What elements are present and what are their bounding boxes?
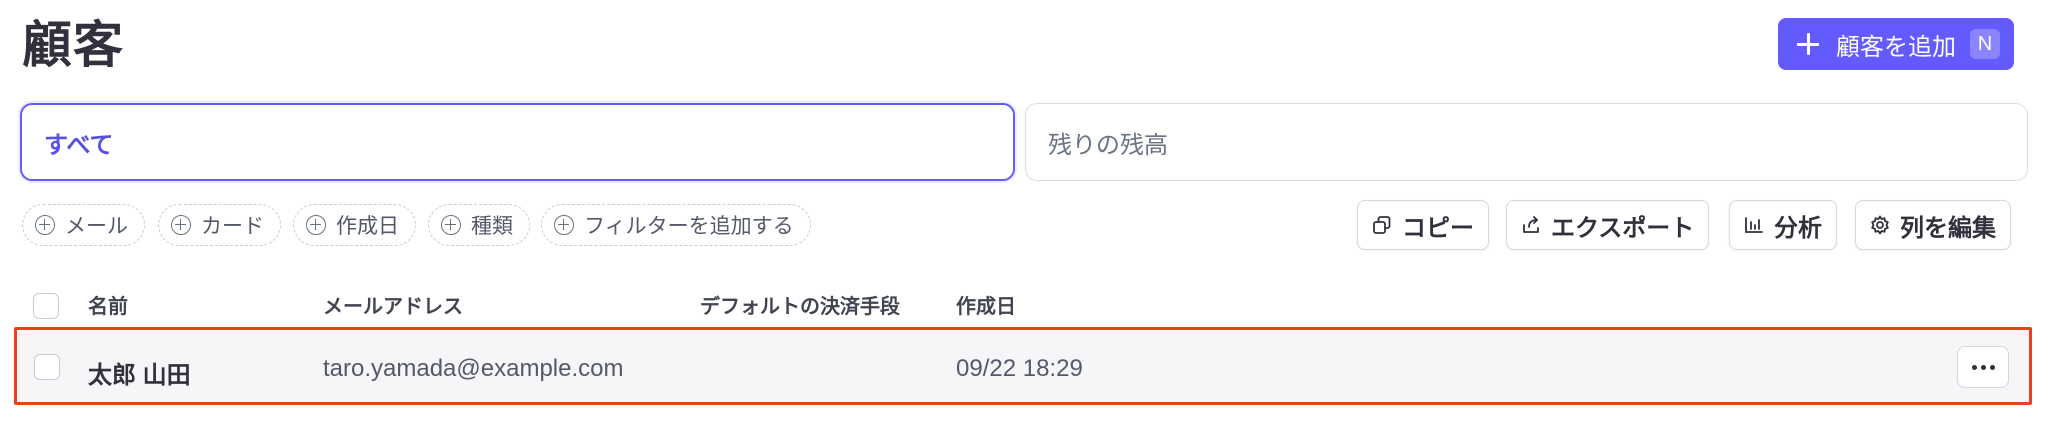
- shortcut-badge: N: [1970, 29, 2000, 59]
- filter-chip-label: カード: [201, 215, 264, 238]
- more-icon: [1971, 364, 1977, 370]
- segment-balance-label: 残りの残高: [1048, 131, 1168, 159]
- page-title: 顧客: [22, 17, 124, 73]
- customer-email: taro.yamada@example.com: [323, 355, 624, 382]
- segment-all[interactable]: すべて: [20, 103, 1015, 181]
- export-label: エクスポート: [1551, 214, 1695, 242]
- filter-chip-label: フィルターを追加する: [584, 215, 794, 238]
- export-icon: [1523, 216, 1539, 233]
- add-customer-button[interactable]: 顧客を追加 N: [1778, 18, 2014, 70]
- analyze-button[interactable]: 分析: [1729, 200, 1837, 250]
- analyze-label: 分析: [1774, 214, 1822, 242]
- segment-remaining-balance[interactable]: 残りの残高: [1025, 103, 2028, 181]
- filter-chip-email[interactable]: メール: [22, 204, 145, 246]
- row-more-button[interactable]: [1957, 346, 2009, 388]
- filter-chip-label: 作成日: [336, 215, 399, 238]
- segment-all-label: すべて: [44, 131, 114, 159]
- add-filter-chip[interactable]: フィルターを追加する: [541, 204, 811, 246]
- copy-button[interactable]: コピー: [1357, 200, 1489, 250]
- customer-name: 太郎 山田: [88, 362, 191, 389]
- column-header-created[interactable]: 作成日: [956, 290, 1016, 319]
- filter-chip-created[interactable]: 作成日: [293, 204, 416, 246]
- bar-chart-icon: [1745, 217, 1763, 233]
- circle-plus-icon: [441, 215, 461, 235]
- circle-plus-icon: [35, 215, 55, 235]
- more-icon-dot: [1989, 364, 1995, 370]
- table-row[interactable]: 太郎 山田 taro.yamada@example.com 09/22 18:2…: [14, 327, 2032, 405]
- filter-chip-label: 種類: [471, 215, 513, 238]
- filter-chip-type[interactable]: 種類: [428, 204, 530, 246]
- more-icon-dot: [1980, 364, 1986, 370]
- copy-label: コピー: [1402, 214, 1474, 242]
- customers-page: 顧客 顧客を追加 N すべて 残りの残高 メール カード 作成日 種類 フィルタ…: [0, 0, 2048, 421]
- column-header-name[interactable]: 名前: [88, 290, 128, 319]
- customer-created: 09/22 18:29: [956, 355, 1083, 382]
- copy-icon: [1373, 216, 1391, 234]
- edit-columns-label: 列を編集: [1900, 214, 1996, 242]
- circle-plus-icon: [306, 215, 326, 235]
- filter-chip-label: メール: [65, 215, 128, 238]
- column-header-payment-method[interactable]: デフォルトの決済手段: [700, 290, 900, 319]
- filter-chip-card[interactable]: カード: [158, 204, 281, 246]
- row-checkbox[interactable]: [34, 354, 60, 380]
- circle-plus-icon: [554, 215, 574, 235]
- export-button[interactable]: エクスポート: [1506, 200, 1710, 250]
- add-customer-label: 顧客を追加: [1836, 33, 1956, 61]
- plus-icon: [1796, 32, 1820, 56]
- column-header-email[interactable]: メールアドレス: [323, 290, 463, 319]
- gear-icon: [1871, 215, 1889, 235]
- select-all-checkbox[interactable]: [33, 293, 59, 319]
- circle-plus-icon: [171, 215, 191, 235]
- edit-columns-button[interactable]: 列を編集: [1855, 200, 2011, 250]
